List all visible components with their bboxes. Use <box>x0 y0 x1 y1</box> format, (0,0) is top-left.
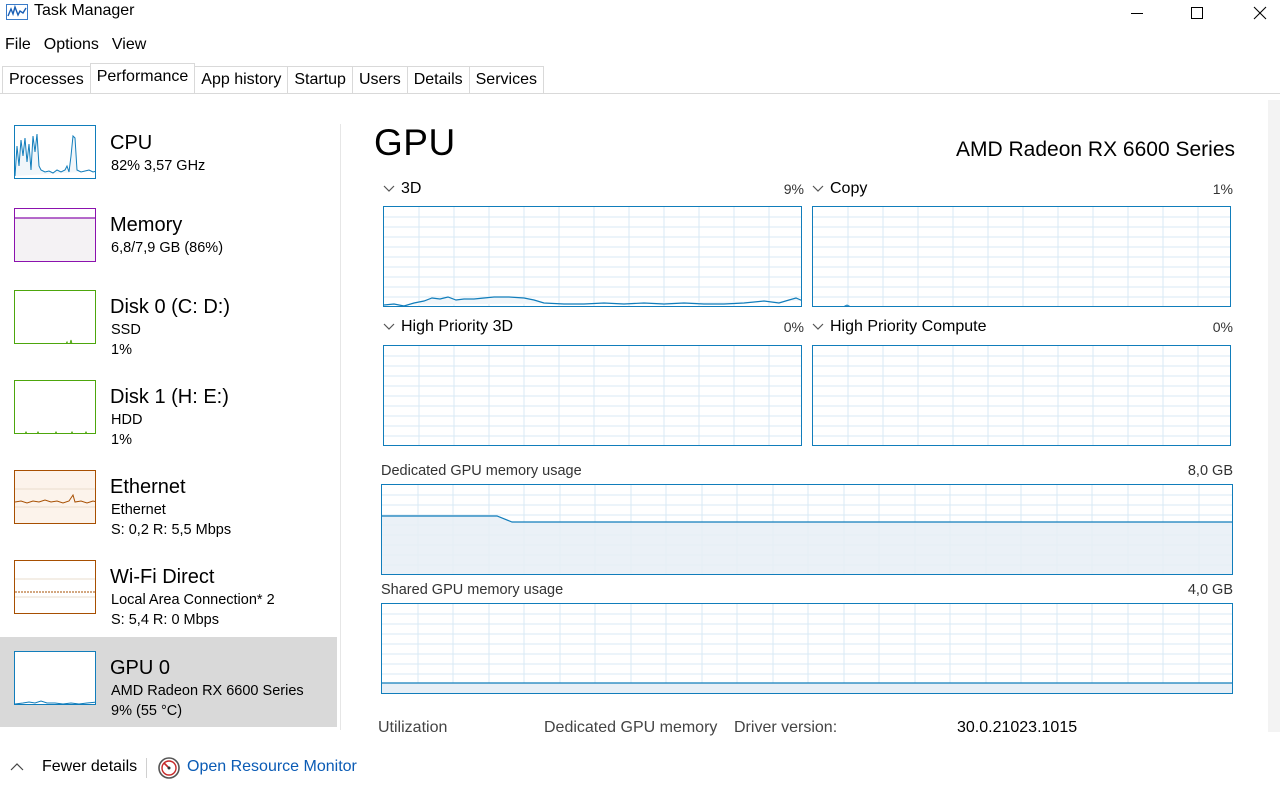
tab-bar: Processes Performance App history Startu… <box>0 63 1280 94</box>
engine-selector-3d[interactable]: 3D <box>383 180 421 198</box>
sidebar-disk-0-usage: 1% <box>111 342 132 358</box>
tab-app-history[interactable]: App history <box>194 66 289 93</box>
sidebar-disk-1-type: HDD <box>111 412 143 428</box>
menu-bar: File Options View <box>0 34 154 58</box>
sidebar-cpu-title: CPU <box>110 132 153 154</box>
window-title: Task Manager <box>34 2 135 19</box>
sidebar-wifi-direct-adapter: Local Area Connection* 2 <box>111 592 275 608</box>
sidebar-ethernet-title: Ethernet <box>110 476 186 498</box>
sidebar-item-wifi-direct[interactable]: Wi-Fi Direct Local Area Connection* 2 S:… <box>0 554 337 644</box>
sidebar-gpu-0-usage: 9% (55 °C) <box>111 703 183 719</box>
wifi-direct-thumbnail-graph <box>14 560 96 614</box>
engine-label-high-priority-3d: High Priority 3D <box>401 318 514 335</box>
tab-processes[interactable]: Processes <box>2 66 91 93</box>
engine-percent-high-priority-3d: 0% <box>783 319 804 335</box>
gpu-device-name: AMD Radeon RX 6600 Series <box>956 138 1235 161</box>
open-resource-monitor-link[interactable]: Open Resource Monitor <box>187 758 357 776</box>
disk-0-thumbnail-graph <box>14 290 96 344</box>
sidebar-memory-title: Memory <box>110 214 183 236</box>
close-icon <box>1253 6 1267 20</box>
sidebar-disk-0-title: Disk 0 (C: D:) <box>110 296 230 318</box>
driver-version-label: Driver version: <box>734 719 838 736</box>
sidebar-item-disk-0[interactable]: Disk 0 (C: D:) SSD 1% <box>0 284 337 374</box>
chevron-down-icon <box>383 318 395 336</box>
chevron-down-icon <box>812 318 824 336</box>
ethernet-thumbnail-graph <box>14 470 96 524</box>
performance-sidebar: CPU 82% 3,57 GHz Memory 6,8/7,9 GB (86%)… <box>0 110 340 730</box>
sidebar-gpu-0-device: AMD Radeon RX 6600 Series <box>111 683 304 699</box>
sidebar-item-disk-1[interactable]: Disk 1 (H: E:) HDD 1% <box>0 374 337 464</box>
dedicated-memory-graph <box>381 484 1233 575</box>
maximize-icon <box>1190 6 1204 20</box>
engine-selector-high-priority-3d[interactable]: High Priority 3D <box>383 318 513 336</box>
menu-file[interactable]: File <box>0 34 37 58</box>
sidebar-disk-1-title: Disk 1 (H: E:) <box>110 386 229 408</box>
dedicated-memory-label: Dedicated GPU memory usage <box>381 463 582 479</box>
minimize-button[interactable] <box>1107 0 1167 26</box>
chevron-down-icon <box>812 180 824 198</box>
chevron-up-icon <box>10 758 24 776</box>
sidebar-cpu-usage: 82% 3,57 GHz <box>111 158 206 174</box>
engine-percent-3d: 9% <box>783 181 804 197</box>
utilization-label: Utilization <box>378 719 448 736</box>
title-bar: Task Manager <box>0 0 1280 30</box>
footer: Fewer details Open Resource Monitor <box>0 752 1280 786</box>
sidebar-ethernet-throughput: S: 0,2 R: 5,5 Mbps <box>111 522 232 538</box>
sidebar-ethernet-adapter: Ethernet <box>111 502 166 518</box>
engine-graph-copy <box>812 206 1231 307</box>
vertical-scrollbar[interactable] <box>1268 100 1280 732</box>
driver-version-value: 30.0.21023.1015 <box>957 719 1078 736</box>
task-manager-icon <box>6 4 28 20</box>
cpu-thumbnail-graph <box>14 125 96 179</box>
tab-startup[interactable]: Startup <box>287 66 353 93</box>
dedicated-gpu-memory-label: Dedicated GPU memory <box>544 719 718 736</box>
shared-memory-label: Shared GPU memory usage <box>381 582 564 598</box>
engine-label-3d: 3D <box>401 180 422 197</box>
minimize-icon <box>1130 6 1144 20</box>
sidebar-item-cpu[interactable]: CPU 82% 3,57 GHz <box>0 120 337 210</box>
tab-users[interactable]: Users <box>351 66 408 93</box>
engine-label-high-priority-compute: High Priority Compute <box>830 318 987 335</box>
chevron-down-icon <box>383 180 395 198</box>
footer-divider <box>146 758 147 778</box>
disk-1-thumbnail-graph <box>14 380 96 434</box>
engine-selector-high-priority-compute[interactable]: High Priority Compute <box>812 318 987 336</box>
maximize-button[interactable] <box>1167 0 1227 26</box>
memory-thumbnail-graph <box>14 208 96 262</box>
shared-memory-max: 4,0 GB <box>1187 582 1233 598</box>
close-button[interactable] <box>1230 0 1280 26</box>
tab-performance[interactable]: Performance <box>89 63 196 93</box>
sidebar-item-ethernet[interactable]: Ethernet Ethernet S: 0,2 R: 5,5 Mbps <box>0 464 337 554</box>
engine-percent-copy: 1% <box>1212 181 1233 197</box>
engine-label-copy: Copy <box>830 180 868 197</box>
dedicated-memory-max: 8,0 GB <box>1187 463 1233 479</box>
tab-services[interactable]: Services <box>468 66 544 93</box>
tab-details[interactable]: Details <box>406 66 470 93</box>
shared-memory-graph <box>381 603 1233 694</box>
sidebar-item-memory[interactable]: Memory 6,8/7,9 GB (86%) <box>0 202 337 292</box>
sidebar-item-gpu-0[interactable]: GPU 0 AMD Radeon RX 6600 Series 9% (55 °… <box>0 637 337 727</box>
engine-graph-3d <box>383 206 802 307</box>
engine-graph-high-priority-3d <box>383 345 802 446</box>
sidebar-wifi-direct-title: Wi-Fi Direct <box>110 566 215 588</box>
resource-monitor-icon <box>157 756 181 780</box>
sidebar-memory-usage: 6,8/7,9 GB (86%) <box>111 240 224 256</box>
fewer-details-label: Fewer details <box>42 758 138 775</box>
engine-percent-high-priority-compute: 0% <box>1212 319 1233 335</box>
engine-selector-copy[interactable]: Copy <box>812 180 867 198</box>
sidebar-wifi-direct-throughput: S: 5,4 R: 0 Mbps <box>111 612 219 628</box>
sidebar-disk-0-type: SSD <box>111 322 141 338</box>
page-title: GPU <box>374 122 456 163</box>
menu-options[interactable]: Options <box>39 34 105 58</box>
sidebar-disk-1-usage: 1% <box>111 432 132 448</box>
sidebar-gpu-0-title: GPU 0 <box>110 657 171 679</box>
sidebar-divider <box>340 124 341 730</box>
engine-graph-high-priority-compute <box>812 345 1231 446</box>
fewer-details-button[interactable]: Fewer details <box>10 758 137 776</box>
gpu-0-thumbnail-graph <box>14 651 96 705</box>
menu-view[interactable]: View <box>107 34 152 58</box>
